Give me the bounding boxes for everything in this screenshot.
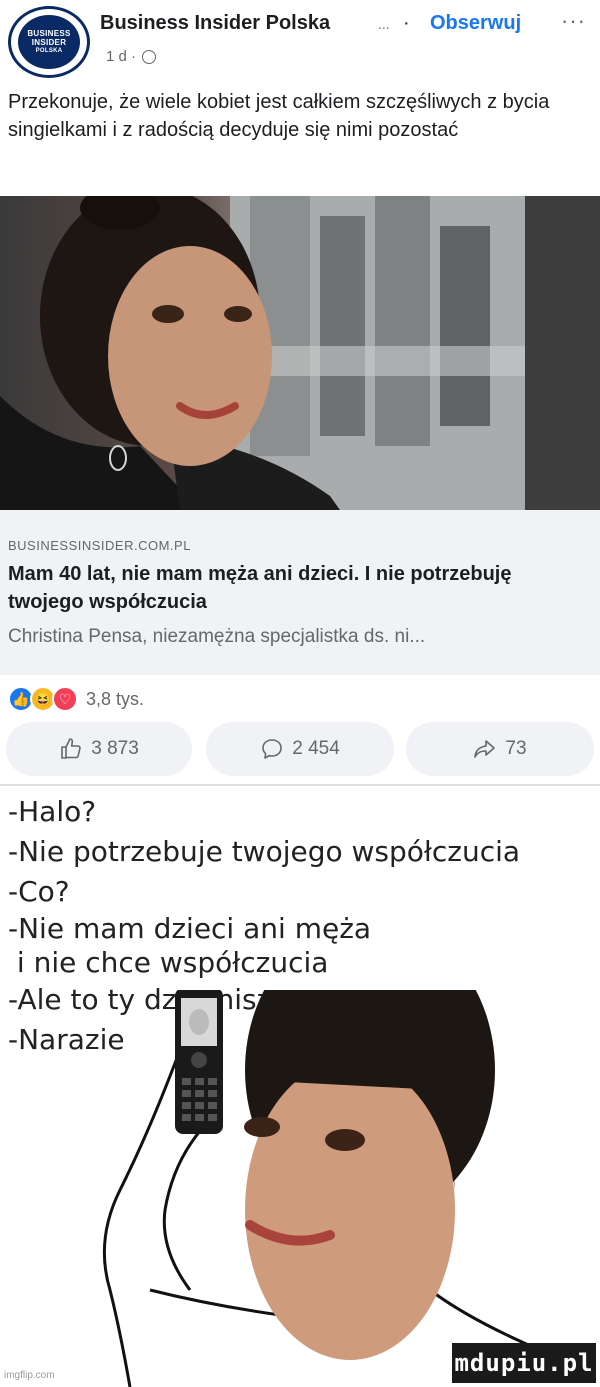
like-button[interactable]: 3 873 (6, 722, 192, 776)
share-count: 73 (505, 738, 527, 759)
site-watermark-logo: mdupiu.pl (452, 1343, 596, 1383)
link-domain: BUSINESSINSIDER.COM.PL (8, 538, 191, 553)
thumbs-up-icon (61, 738, 81, 759)
drawn-arm (102, 1049, 182, 1387)
like-count: 3 873 (91, 738, 139, 759)
more-options-icon[interactable]: ··· (561, 8, 586, 34)
divider (0, 784, 600, 786)
share-arrow-icon (474, 740, 496, 758)
meme-illustration (102, 990, 541, 1387)
link-preview-image[interactable] (0, 196, 600, 510)
dialog-line: -Nie mam dzieci ani męża (8, 912, 372, 945)
share-button[interactable]: 73 (406, 722, 594, 776)
dialog-line: -Halo? (8, 795, 97, 828)
love-icon: ♡ (52, 686, 78, 712)
dialog-line: -Nie potrzebuje twojego współczucia (8, 835, 521, 868)
follow-button[interactable]: Obserwuj (430, 12, 521, 35)
dialog-line: -Co? (8, 875, 70, 908)
separator-dot: · (403, 12, 410, 34)
woman-portrait-photo (0, 196, 600, 510)
imgflip-watermark: imgflip.com (4, 1370, 55, 1381)
link-title[interactable]: Mam 40 lat, nie mam męża ani dzieci. I n… (8, 560, 568, 616)
post-time[interactable]: 1 d · (106, 48, 136, 65)
comment-count: 2 454 (292, 738, 340, 759)
comment-button[interactable]: 2 454 (206, 722, 394, 776)
comment-icon (262, 739, 283, 759)
page-name-link[interactable]: Business Insider Polska (100, 12, 330, 35)
mobile-phone-icon (175, 990, 223, 1134)
business-insider-logo: BUSINESS INSIDER POLSKA (18, 15, 80, 69)
post-meta: 1 d · (106, 48, 157, 65)
post-text: Przekonuje, że wiele kobiet jest całkiem… (8, 91, 550, 141)
post-actions: 3 873 2 454 73 (0, 718, 600, 780)
reactions-count: 3,8 tys. (86, 688, 145, 709)
reactions-summary[interactable]: 👍 😆 ♡ 3,8 tys. (8, 684, 144, 714)
name-ellipsis: ... (378, 16, 390, 32)
post-header: BUSINESS INSIDER POLSKA Business Insider… (8, 6, 592, 78)
link-preview-box[interactable]: BUSINESSINSIDER.COM.PL Mam 40 lat, nie m… (0, 510, 600, 675)
globe-icon (142, 49, 157, 64)
page-avatar[interactable]: BUSINESS INSIDER POLSKA (8, 6, 90, 78)
link-description: Christina Pensa, niezamężna specjalistka… (8, 626, 426, 647)
woman-head-cutout (244, 990, 495, 1360)
dialog-line: i nie chce współczucia (8, 946, 329, 979)
